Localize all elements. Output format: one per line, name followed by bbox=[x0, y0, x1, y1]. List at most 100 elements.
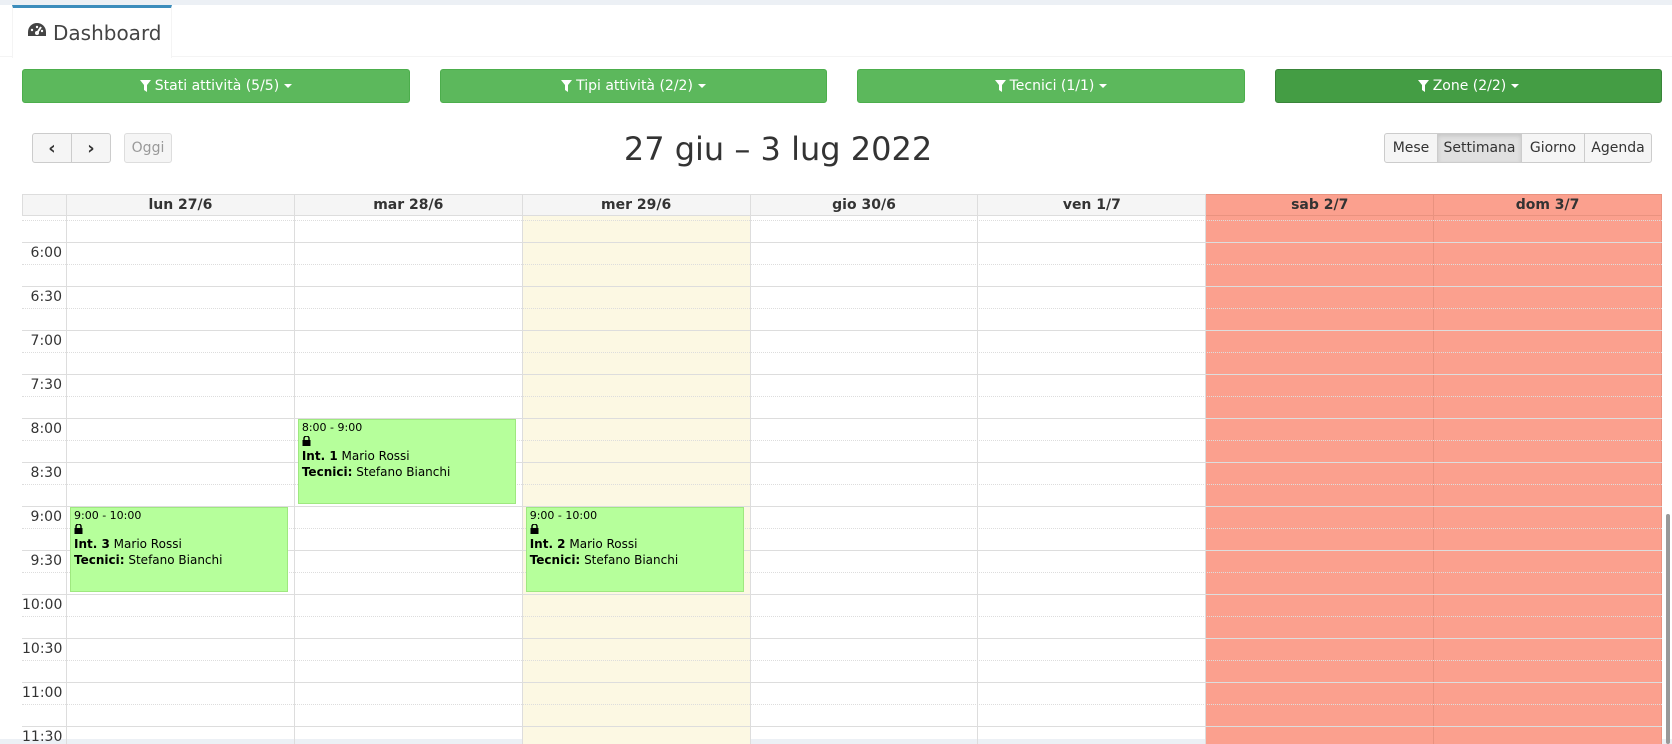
filter-tecnici-label: Tecnici (1/1) bbox=[1009, 78, 1095, 94]
caret-down-icon bbox=[1511, 84, 1520, 88]
slot-line bbox=[22, 616, 1662, 617]
event-title-line: Int. 1 Mario Rossi bbox=[302, 448, 512, 464]
calendar-body: 6:00 6:30 7:00 7:30 8:00 8:30 9:00 9:30 10:00 10:… bbox=[22, 216, 1662, 744]
tab-dashboard[interactable]: Dashboard bbox=[12, 5, 172, 58]
day-header: ven 1/7 bbox=[978, 194, 1207, 216]
slot-line bbox=[22, 352, 1662, 353]
slot-line bbox=[22, 374, 1662, 375]
event-tech-line: Tecnici: Stefano Bianchi bbox=[530, 552, 740, 568]
slot-line bbox=[22, 264, 1662, 265]
slot-line bbox=[22, 308, 1662, 309]
event-code: Int. 3 bbox=[74, 537, 110, 551]
lock-icon bbox=[530, 524, 539, 534]
filter-stati-label: Stati attività (5/5) bbox=[154, 78, 280, 94]
day-header: dom 3/7 bbox=[1434, 194, 1662, 216]
chevron-left-icon: ‹ bbox=[48, 137, 56, 159]
event-tech: Stefano Bianchi bbox=[356, 465, 451, 479]
day-header: mar 28/6 bbox=[294, 194, 523, 216]
event-code: Int. 2 bbox=[529, 537, 566, 551]
slot-line bbox=[22, 440, 1662, 441]
event-tech-line: Tecnici: Stefano Bianchi bbox=[74, 552, 284, 568]
caret-down-icon bbox=[1099, 84, 1108, 88]
slot-line bbox=[22, 594, 1662, 595]
filter-stati-button[interactable]: Stati attività (5/5) bbox=[22, 69, 410, 103]
day-column[interactable] bbox=[522, 216, 751, 744]
lock-icon bbox=[74, 524, 83, 534]
day-column[interactable] bbox=[1434, 216, 1662, 744]
day-header: sab 2/7 bbox=[1206, 194, 1435, 216]
event-time: 9:00 - 10:00 bbox=[74, 509, 142, 522]
filter-icon bbox=[994, 80, 1006, 92]
event-tech-label: Tecnici: bbox=[74, 553, 125, 567]
time-label: 10:00 bbox=[22, 597, 63, 613]
event-title-line: Int. 3 Mario Rossi bbox=[74, 536, 284, 552]
slot-line bbox=[22, 462, 1662, 463]
caret-down-icon bbox=[284, 84, 293, 88]
filter-icon bbox=[561, 80, 573, 92]
calendar-title: 27 giu – 3 lug 2022 bbox=[623, 130, 933, 168]
prev-button[interactable]: ‹ bbox=[32, 133, 72, 163]
chevron-right-icon: › bbox=[87, 137, 95, 159]
vertical-scrollbar[interactable] bbox=[1666, 514, 1670, 744]
time-label: 10:30 bbox=[22, 641, 63, 657]
calendar-event[interactable]: 9:00 - 10:00 Int. 2 Mario Rossi Tecnici: S… bbox=[525, 507, 744, 592]
event-time: 8:00 - 9:00 bbox=[301, 421, 363, 434]
filter-tipi-label: Tipi attività (2/2) bbox=[576, 78, 693, 94]
time-label: 8:30 bbox=[30, 465, 62, 481]
next-button[interactable]: › bbox=[71, 133, 111, 163]
view-day-button[interactable]: Giorno bbox=[1521, 133, 1585, 163]
view-month-button[interactable]: Mese bbox=[1384, 133, 1438, 163]
event-tech-label: Tecnici: bbox=[529, 553, 581, 567]
event-title-line: Int. 2 Mario Rossi bbox=[530, 536, 740, 552]
calendar-event[interactable]: 8:00 - 9:00 Int. 1 Mario Rossi Tecnici: St… bbox=[297, 419, 516, 504]
day-column[interactable] bbox=[67, 216, 295, 744]
day-column[interactable] bbox=[978, 216, 1207, 744]
day-header: lun 27/6 bbox=[67, 194, 295, 216]
slot-line bbox=[22, 660, 1662, 661]
time-label: 7:00 bbox=[30, 333, 62, 349]
filter-zone-button[interactable]: Zone (2/2) bbox=[1275, 69, 1662, 103]
time-label: 11:00 bbox=[22, 685, 63, 701]
view-agenda-button[interactable]: Agenda bbox=[1584, 133, 1652, 163]
event-time: 9:00 - 10:00 bbox=[529, 509, 598, 522]
caret-down-icon bbox=[697, 84, 706, 88]
dashboard-panel: Dashboard Stati attività (5/5) Tipi atti… bbox=[0, 5, 1672, 744]
slot-line bbox=[22, 682, 1662, 683]
lock-icon bbox=[302, 436, 311, 446]
filter-icon bbox=[139, 80, 151, 92]
slot-line bbox=[22, 286, 1662, 287]
day-column[interactable] bbox=[1206, 216, 1435, 744]
time-label: 7:30 bbox=[30, 377, 62, 393]
filter-icon bbox=[1417, 80, 1429, 92]
today-button[interactable]: Oggi bbox=[124, 133, 172, 163]
day-header: gio 30/6 bbox=[750, 194, 979, 216]
day-column[interactable] bbox=[751, 216, 979, 744]
time-label: 9:00 bbox=[30, 509, 62, 525]
event-tech: Stefano Bianchi bbox=[584, 553, 679, 567]
tab-bar: Dashboard bbox=[0, 5, 1672, 58]
event-tech-label: Tecnici: bbox=[301, 465, 353, 479]
event-client: Mario Rossi bbox=[341, 449, 410, 463]
time-label: 6:30 bbox=[30, 289, 62, 305]
slot-line bbox=[22, 638, 1662, 639]
view-week-button[interactable]: Settimana bbox=[1437, 133, 1522, 163]
tab-label: Dashboard bbox=[53, 21, 162, 45]
slot-line bbox=[22, 704, 1662, 705]
week-calendar: lun 27/6 mar 28/6 mer 29/6 gio 30/6 ven 1/7 s… bbox=[22, 194, 1662, 744]
filter-tipi-button[interactable]: Tipi attività (2/2) bbox=[440, 69, 827, 103]
day-header: mer 29/6 bbox=[522, 194, 751, 216]
slot-line bbox=[22, 396, 1662, 397]
calendar-event[interactable]: 9:00 - 10:00 Int. 3 Mario Rossi Tecnici: S… bbox=[70, 507, 288, 592]
slot-line bbox=[22, 418, 1662, 419]
event-client: Mario Rossi bbox=[569, 537, 638, 551]
time-label: 6:00 bbox=[30, 245, 62, 261]
slot-line bbox=[22, 242, 1662, 243]
time-label: 11:30 bbox=[22, 729, 63, 744]
slot-line bbox=[22, 330, 1662, 331]
event-code: Int. 1 bbox=[301, 449, 338, 463]
event-tech-line: Tecnici: Stefano Bianchi bbox=[302, 464, 512, 480]
time-gutter-header bbox=[22, 194, 67, 216]
filter-tecnici-button[interactable]: Tecnici (1/1) bbox=[857, 69, 1245, 103]
slot-line bbox=[22, 484, 1662, 485]
filter-zone-label: Zone (2/2) bbox=[1432, 78, 1507, 94]
